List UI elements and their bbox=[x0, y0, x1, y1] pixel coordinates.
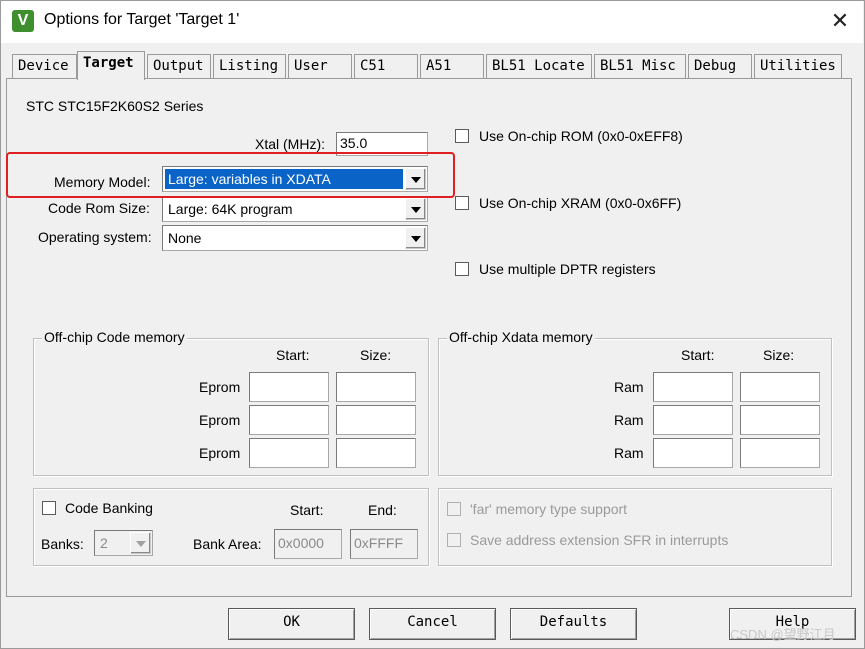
code-rom-size-value: Large: 64K program bbox=[168, 201, 293, 217]
tab-listing[interactable]: Listing bbox=[213, 54, 286, 78]
highlight-box bbox=[6, 152, 455, 198]
ram-start-input[interactable] bbox=[653, 438, 733, 468]
far-memory-checkbox[interactable] bbox=[447, 502, 461, 516]
xdata-memory-size-header: Size: bbox=[763, 347, 795, 363]
eprom-start-input[interactable] bbox=[249, 438, 329, 468]
ram-start-input[interactable] bbox=[653, 405, 733, 435]
bank-area-end-header: End: bbox=[368, 502, 397, 518]
eprom-size-input[interactable] bbox=[336, 405, 416, 435]
banks-label: Banks: bbox=[41, 536, 84, 552]
save-sfr-label: Save address extension SFR in interrupts bbox=[470, 532, 729, 548]
tab-user[interactable]: User bbox=[288, 54, 352, 78]
code-rom-size-select[interactable]: Large: 64K program bbox=[162, 196, 428, 222]
far-memory-label: 'far' memory type support bbox=[470, 501, 628, 517]
tab-bl51-locate[interactable]: BL51 Locate bbox=[486, 54, 592, 78]
ram-size-input[interactable] bbox=[740, 438, 820, 468]
tab-output[interactable]: Output bbox=[147, 54, 211, 78]
code-banking-checkbox[interactable] bbox=[42, 501, 56, 515]
eprom-label: Eprom bbox=[199, 412, 241, 428]
ram-label: Ram bbox=[614, 445, 644, 461]
chevron-down-icon bbox=[411, 207, 421, 213]
watermark: CSDN @望野江月 bbox=[730, 627, 836, 642]
bank-area-label: Bank Area: bbox=[193, 536, 262, 552]
tab-device[interactable]: Device bbox=[12, 54, 77, 78]
ok-button[interactable]: OK bbox=[228, 608, 355, 640]
xdata-memory-title: Off-chip Xdata memory bbox=[447, 329, 595, 345]
ram-size-input[interactable] bbox=[740, 405, 820, 435]
keil-uvision-icon: V bbox=[12, 10, 34, 32]
defaults-button[interactable]: Defaults bbox=[510, 608, 637, 640]
onchip-rom-checkbox[interactable] bbox=[455, 129, 469, 143]
onchip-xram-label: Use On-chip XRAM (0x0-0x6FF) bbox=[479, 195, 682, 211]
bank-area-end-input[interactable]: 0xFFFF bbox=[350, 529, 418, 559]
chevron-down-icon bbox=[136, 541, 146, 547]
ram-start-input[interactable] bbox=[653, 372, 733, 402]
save-sfr-checkbox[interactable] bbox=[447, 533, 461, 547]
operating-system-value: None bbox=[168, 230, 202, 246]
multiple-dptr-checkbox[interactable] bbox=[455, 262, 469, 276]
eprom-start-input[interactable] bbox=[249, 405, 329, 435]
code-banking-label: Code Banking bbox=[65, 500, 153, 516]
operating-system-dropdown-button[interactable] bbox=[405, 227, 426, 249]
xtal-label: Xtal (MHz): bbox=[255, 136, 325, 152]
operating-system-label: Operating system: bbox=[38, 229, 152, 245]
xdata-memory-start-header: Start: bbox=[681, 347, 715, 363]
tab-a51[interactable]: A51 bbox=[420, 54, 484, 78]
code-memory-size-header: Size: bbox=[360, 347, 392, 363]
eprom-label: Eprom bbox=[199, 379, 241, 395]
tab-c51[interactable]: C51 bbox=[354, 54, 418, 78]
ram-size-input[interactable] bbox=[740, 372, 820, 402]
eprom-label: Eprom bbox=[199, 445, 241, 461]
onchip-xram-checkbox[interactable] bbox=[455, 196, 469, 210]
ram-label: Ram bbox=[614, 379, 644, 395]
banks-value: 2 bbox=[100, 535, 108, 551]
tab-bl51-misc[interactable]: BL51 Misc bbox=[594, 54, 686, 78]
far-memory-group bbox=[438, 488, 832, 566]
eprom-start-input[interactable] bbox=[249, 372, 329, 402]
ram-label: Ram bbox=[614, 412, 644, 428]
tab-utilities[interactable]: Utilities bbox=[754, 54, 842, 78]
device-series-label: STC STC15F2K60S2 Series bbox=[26, 98, 204, 114]
code-rom-size-dropdown-button[interactable] bbox=[405, 198, 426, 220]
tab-target[interactable]: Target bbox=[77, 51, 145, 80]
multiple-dptr-label: Use multiple DPTR registers bbox=[479, 261, 656, 277]
window-title: Options for Target 'Target 1' bbox=[44, 11, 240, 28]
bank-area-start-header: Start: bbox=[290, 502, 324, 518]
banks-dropdown-button[interactable] bbox=[130, 532, 151, 554]
operating-system-select[interactable]: None bbox=[162, 225, 428, 251]
tab-debug[interactable]: Debug bbox=[688, 54, 752, 78]
code-memory-title: Off-chip Code memory bbox=[42, 329, 187, 345]
bank-area-start-input[interactable]: 0x0000 bbox=[274, 529, 342, 559]
banks-select[interactable]: 2 bbox=[94, 530, 153, 556]
code-rom-size-label: Code Rom Size: bbox=[48, 200, 150, 216]
eprom-size-input[interactable] bbox=[336, 372, 416, 402]
chevron-down-icon bbox=[411, 236, 421, 242]
cancel-button[interactable]: Cancel bbox=[369, 608, 496, 640]
eprom-size-input[interactable] bbox=[336, 438, 416, 468]
onchip-rom-label: Use On-chip ROM (0x0-0xEFF8) bbox=[479, 128, 683, 144]
code-memory-start-header: Start: bbox=[276, 347, 310, 363]
close-icon[interactable]: ✕ bbox=[822, 7, 858, 37]
